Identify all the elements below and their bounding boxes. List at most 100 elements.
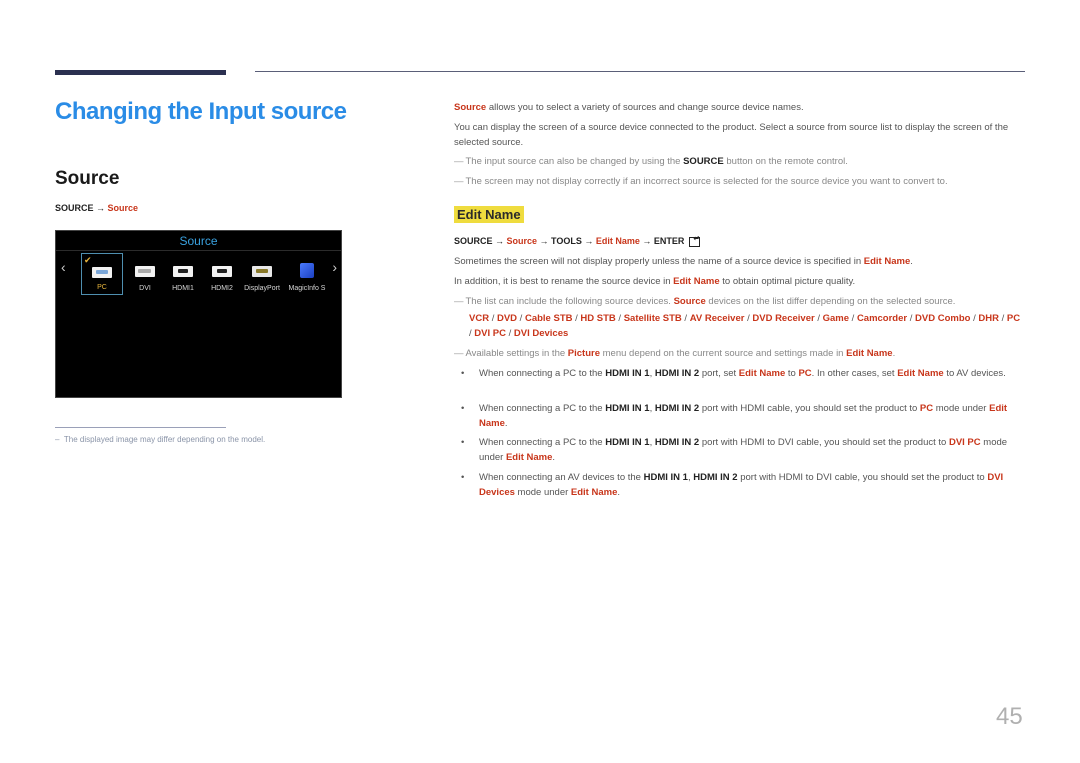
source-item-magicinfo[interactable]: MagicInfo S: [286, 253, 328, 295]
note-text: button on the remote control.: [723, 156, 848, 167]
footnote-text: The displayed image may differ depending…: [63, 435, 266, 444]
device-name: Game: [822, 313, 850, 324]
page-number: 45: [996, 703, 1023, 730]
device-list: VCR / DVD / Cable STB / HD STB / Satelli…: [469, 311, 1024, 341]
edit-name-term: Edit Name: [846, 348, 893, 359]
note-picture-settings: — Available settings in the Picture menu …: [454, 347, 1024, 362]
hdmi-port-icon: [212, 266, 232, 277]
device-name: DVD Receiver: [752, 313, 815, 324]
device-name: VCR: [469, 313, 490, 324]
edit-name-paragraph-1: Sometimes the screen will not display pr…: [454, 255, 1024, 270]
checkmark-icon: ✔: [84, 255, 92, 265]
displayport-icon: [252, 266, 272, 277]
edit-name-menu-path: SOURCE → Source → TOOLS → Edit Name → EN…: [454, 234, 700, 247]
bullet-icon: •: [461, 368, 465, 379]
note-dash-icon: —: [454, 176, 464, 187]
osd-divider: [56, 250, 341, 251]
device-separator: /: [615, 313, 624, 324]
edit-name-term: Edit Name: [673, 276, 720, 287]
bullet-item: • When connecting a PC to the HDMI IN 1,…: [461, 402, 1021, 431]
note-text: menu depend on the current source and se…: [600, 348, 847, 359]
device-name: Camcorder: [856, 313, 908, 324]
device-name: HD STB: [580, 313, 616, 324]
footnote-rule: [55, 427, 226, 428]
description-paragraph: You can display the screen of a source d…: [454, 122, 1009, 148]
source-term: Source: [454, 102, 487, 113]
intro-text: allows you to select a variety of source…: [486, 102, 804, 113]
device-name: PC: [1006, 313, 1021, 324]
bullet-item: • When connecting a PC to the HDMI IN 1,…: [461, 436, 1021, 465]
note-text: The screen may not display correctly if …: [465, 176, 948, 187]
device-name: Cable STB: [524, 313, 573, 324]
bullet-item: • When connecting a PC to the HDMI IN 1,…: [461, 367, 1021, 382]
enter-key-icon: [688, 234, 700, 247]
paragraph-text: to obtain optimal picture quality.: [719, 276, 856, 287]
page-title: Changing the Input source: [55, 98, 347, 125]
note-device-list: — The list can include the following sour…: [454, 295, 1024, 310]
note-dash-icon: —: [454, 156, 464, 167]
note-text: The list can include the following sourc…: [465, 296, 674, 307]
note-text: .: [892, 348, 896, 359]
device-name: AV Receiver: [689, 313, 745, 324]
path-segment: → TOOLS →: [537, 236, 596, 246]
device-name: DVI PC: [474, 328, 506, 339]
device-separator: /: [907, 313, 916, 324]
device-separator: /: [489, 313, 497, 324]
bullet-text: When connecting a PC to the HDMI IN 1, H…: [479, 437, 1008, 463]
device-separator: /: [505, 328, 514, 339]
device-separator: /: [681, 313, 690, 324]
note-dash-icon: —: [454, 296, 464, 307]
device-name: DHR: [978, 313, 999, 324]
bullet-item: • When connecting an AV devices to the H…: [461, 471, 1021, 500]
osd-title: Source: [179, 234, 218, 248]
device-separator: /: [814, 313, 823, 324]
header-accent-bar: [55, 70, 226, 75]
note-text: Available settings in the: [465, 348, 568, 359]
source-item-label: MagicInfo S: [288, 285, 326, 292]
note-text: devices on the list differ depending on …: [705, 296, 956, 307]
vga-port-icon: [92, 267, 112, 278]
device-name: Satellite STB: [623, 313, 682, 324]
bullet-text: When connecting a PC to the HDMI IN 1, H…: [479, 403, 1008, 429]
intro-paragraph: Source allows you to select a variety of…: [454, 101, 1024, 116]
note-incorrect-source: — The screen may not display correctly if…: [454, 175, 1024, 190]
menu-path: SOURCE → Source: [55, 203, 138, 213]
device-name: DVD: [496, 313, 518, 324]
chevron-right-icon[interactable]: ›: [332, 259, 337, 275]
path-segment: → ENTER: [639, 236, 685, 246]
bullet-text: When connecting an AV devices to the HDM…: [479, 472, 1004, 498]
bullet-icon: •: [461, 437, 465, 448]
source-osd-screen: Source ‹ › ✔ PC DVI HDMI1 HDMI2 DisplayP…: [55, 230, 342, 398]
paragraph-text: Sometimes the screen will not display pr…: [454, 256, 864, 267]
note-source-button: — The input source can also be changed by…: [454, 155, 1024, 170]
bullet-text: When connecting a PC to the HDMI IN 1, H…: [479, 368, 1006, 379]
footnote-dash: –: [55, 435, 60, 444]
bullet-icon: •: [461, 472, 465, 483]
device-separator: /: [517, 313, 525, 324]
edit-name-paragraph-2: In addition, it is best to rename the so…: [454, 275, 1024, 290]
note-text: The input source can also be changed by …: [465, 156, 684, 167]
dvi-port-icon: [135, 266, 155, 277]
source-button-term: SOURCE: [683, 156, 724, 167]
picture-term: Picture: [567, 348, 600, 359]
note-dash-icon: —: [454, 348, 464, 359]
menu-path-prefix: SOURCE →: [55, 203, 108, 213]
menu-path-target: Source: [107, 203, 139, 213]
paragraph-text: In addition, it is best to rename the so…: [454, 276, 674, 287]
edit-name-term: Edit Name: [863, 256, 911, 267]
section-title: Source: [55, 168, 120, 189]
magicinfo-cube-icon: [300, 263, 314, 278]
path-segment: SOURCE →: [454, 236, 507, 246]
edit-name-heading: Edit Name: [454, 206, 524, 223]
path-segment: Edit Name: [595, 236, 640, 246]
source-term: Source: [673, 296, 706, 307]
footnote: – The displayed image may differ dependi…: [55, 435, 265, 444]
device-separator: /: [849, 313, 857, 324]
header-rule: [255, 71, 1025, 72]
hdmi-port-icon: [173, 266, 193, 277]
device-name: DVI Devices: [513, 328, 569, 339]
path-segment: Source: [506, 236, 538, 246]
device-name: DVD Combo: [915, 313, 971, 324]
chevron-left-icon[interactable]: ‹: [61, 259, 66, 275]
device-separator: /: [998, 313, 1007, 324]
